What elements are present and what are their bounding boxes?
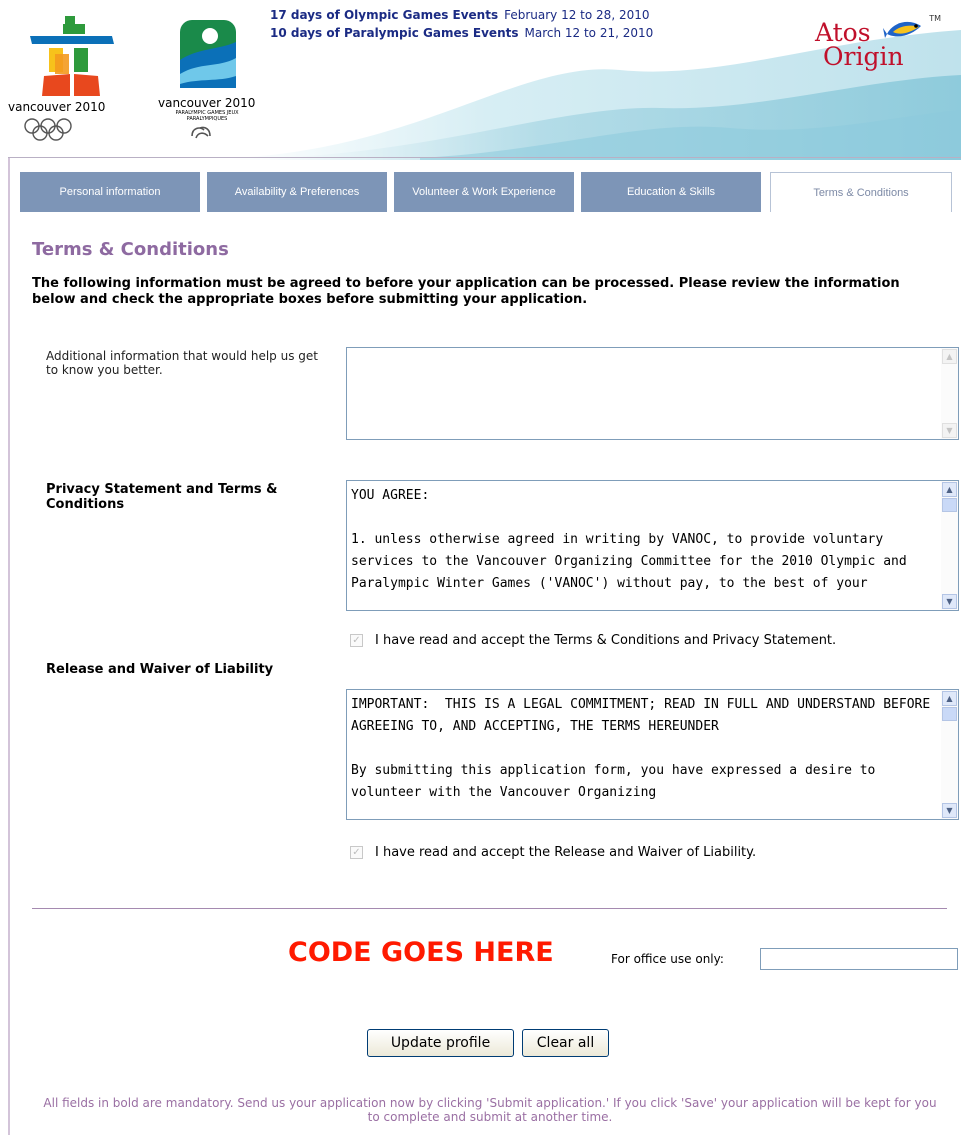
release-text: IMPORTANT: THIS IS A LEGAL COMMITMENT; R…	[351, 697, 931, 800]
paralympic-events-label: 10 days of Paralympic Games Events	[270, 26, 519, 40]
olympic-logo-caption: vancouver 2010	[8, 100, 106, 114]
section-divider	[32, 908, 947, 909]
release-label: Release and Waiver of Liability	[46, 662, 274, 677]
arrow-up-icon: ▲	[942, 349, 957, 364]
check-icon: ✓	[352, 847, 361, 858]
office-use-label: For office use only:	[611, 952, 724, 966]
additional-info-scrollbar[interactable]: ▲ ▼	[941, 348, 958, 439]
release-textarea[interactable]: IMPORTANT: THIS IS A LEGAL COMMITMENT; R…	[346, 689, 959, 820]
privacy-scrollbar[interactable]: ▲ ▼	[941, 481, 958, 610]
clear-all-button[interactable]: Clear all	[522, 1029, 609, 1057]
tab-terms-conditions[interactable]: Terms & Conditions	[770, 172, 952, 212]
vancouver-olympic-logo: vancouver 2010	[8, 10, 132, 150]
check-icon: ✓	[352, 635, 361, 646]
privacy-label: Privacy Statement and Terms & Conditions	[46, 482, 278, 512]
arrow-up-icon[interactable]: ▲	[942, 482, 957, 497]
games-dates-block: 17 days of Olympic Games Events February …	[270, 6, 653, 42]
update-profile-button[interactable]: Update profile	[367, 1029, 514, 1057]
arrow-up-icon[interactable]: ▲	[942, 691, 957, 706]
tab-personal-information[interactable]: Personal information	[20, 172, 200, 212]
olympic-events-label: 17 days of Olympic Games Events	[270, 8, 499, 22]
agitos-icon	[191, 126, 211, 139]
code-placeholder: CODE GOES HERE	[288, 937, 554, 968]
release-scrollbar[interactable]: ▲ ▼	[941, 690, 958, 819]
office-use-input[interactable]	[760, 948, 958, 970]
tab-education-skills[interactable]: Education & Skills	[581, 172, 761, 212]
tab-availability-preferences[interactable]: Availability & Preferences	[207, 172, 387, 212]
additional-info-textarea[interactable]: ▲ ▼	[346, 347, 959, 440]
privacy-text: YOU AGREE: 1. unless otherwise agreed in…	[351, 488, 907, 591]
trademark-mark: TM	[929, 14, 941, 23]
olympic-events-dates: February 12 to 28, 2010	[504, 8, 650, 22]
page-title: Terms & Conditions	[32, 239, 229, 260]
tab-volunteer-work-experience[interactable]: Volunteer & Work Experience	[394, 172, 574, 212]
page-left-border	[8, 157, 10, 1135]
arrow-down-icon[interactable]: ▼	[942, 594, 957, 609]
atos-origin-logo: Atos Origin TM	[811, 14, 941, 76]
additional-info-label: Additional information that would help u…	[46, 349, 318, 377]
privacy-textarea[interactable]: YOU AGREE: 1. unless otherwise agreed in…	[346, 480, 959, 611]
olympic-rings-icon	[24, 118, 72, 141]
privacy-accept-label: I have read and accept the Terms & Condi…	[375, 633, 837, 648]
sponsor-word-2: Origin	[823, 42, 904, 71]
arrow-down-icon[interactable]: ▼	[942, 803, 957, 818]
intro-instructions: The following information must be agreed…	[32, 276, 900, 307]
scroll-thumb[interactable]	[942, 498, 957, 512]
fish-icon	[883, 21, 921, 38]
privacy-accept-row: ✓ I have read and accept the Terms & Con…	[350, 633, 836, 648]
arrow-down-icon: ▼	[942, 423, 957, 438]
release-accept-checkbox[interactable]: ✓	[350, 846, 363, 859]
release-accept-row: ✓ I have read and accept the Release and…	[350, 845, 756, 860]
vancouver-paralympic-logo: vancouver 2010 PARALYMPIC GAMES JEUX PAR…	[150, 18, 260, 153]
header-divider	[8, 157, 961, 158]
privacy-accept-checkbox[interactable]: ✓	[350, 634, 363, 647]
paralympic-logo-subtitle: PARALYMPIC GAMES JEUX PARALYMPIQUES	[175, 110, 239, 122]
release-accept-label: I have read and accept the Release and W…	[375, 845, 757, 860]
paralympic-logo-caption: vancouver 2010	[158, 96, 256, 110]
footer-note: All fields in bold are mandatory. Send u…	[43, 1096, 937, 1124]
paralympic-emblem-icon	[180, 20, 236, 88]
scroll-thumb[interactable]	[942, 707, 957, 721]
page-header: vancouver 2010 vancouver 2010 PARALYMPIC…	[0, 0, 961, 160]
paralympic-events-dates: March 12 to 21, 2010	[524, 26, 654, 40]
